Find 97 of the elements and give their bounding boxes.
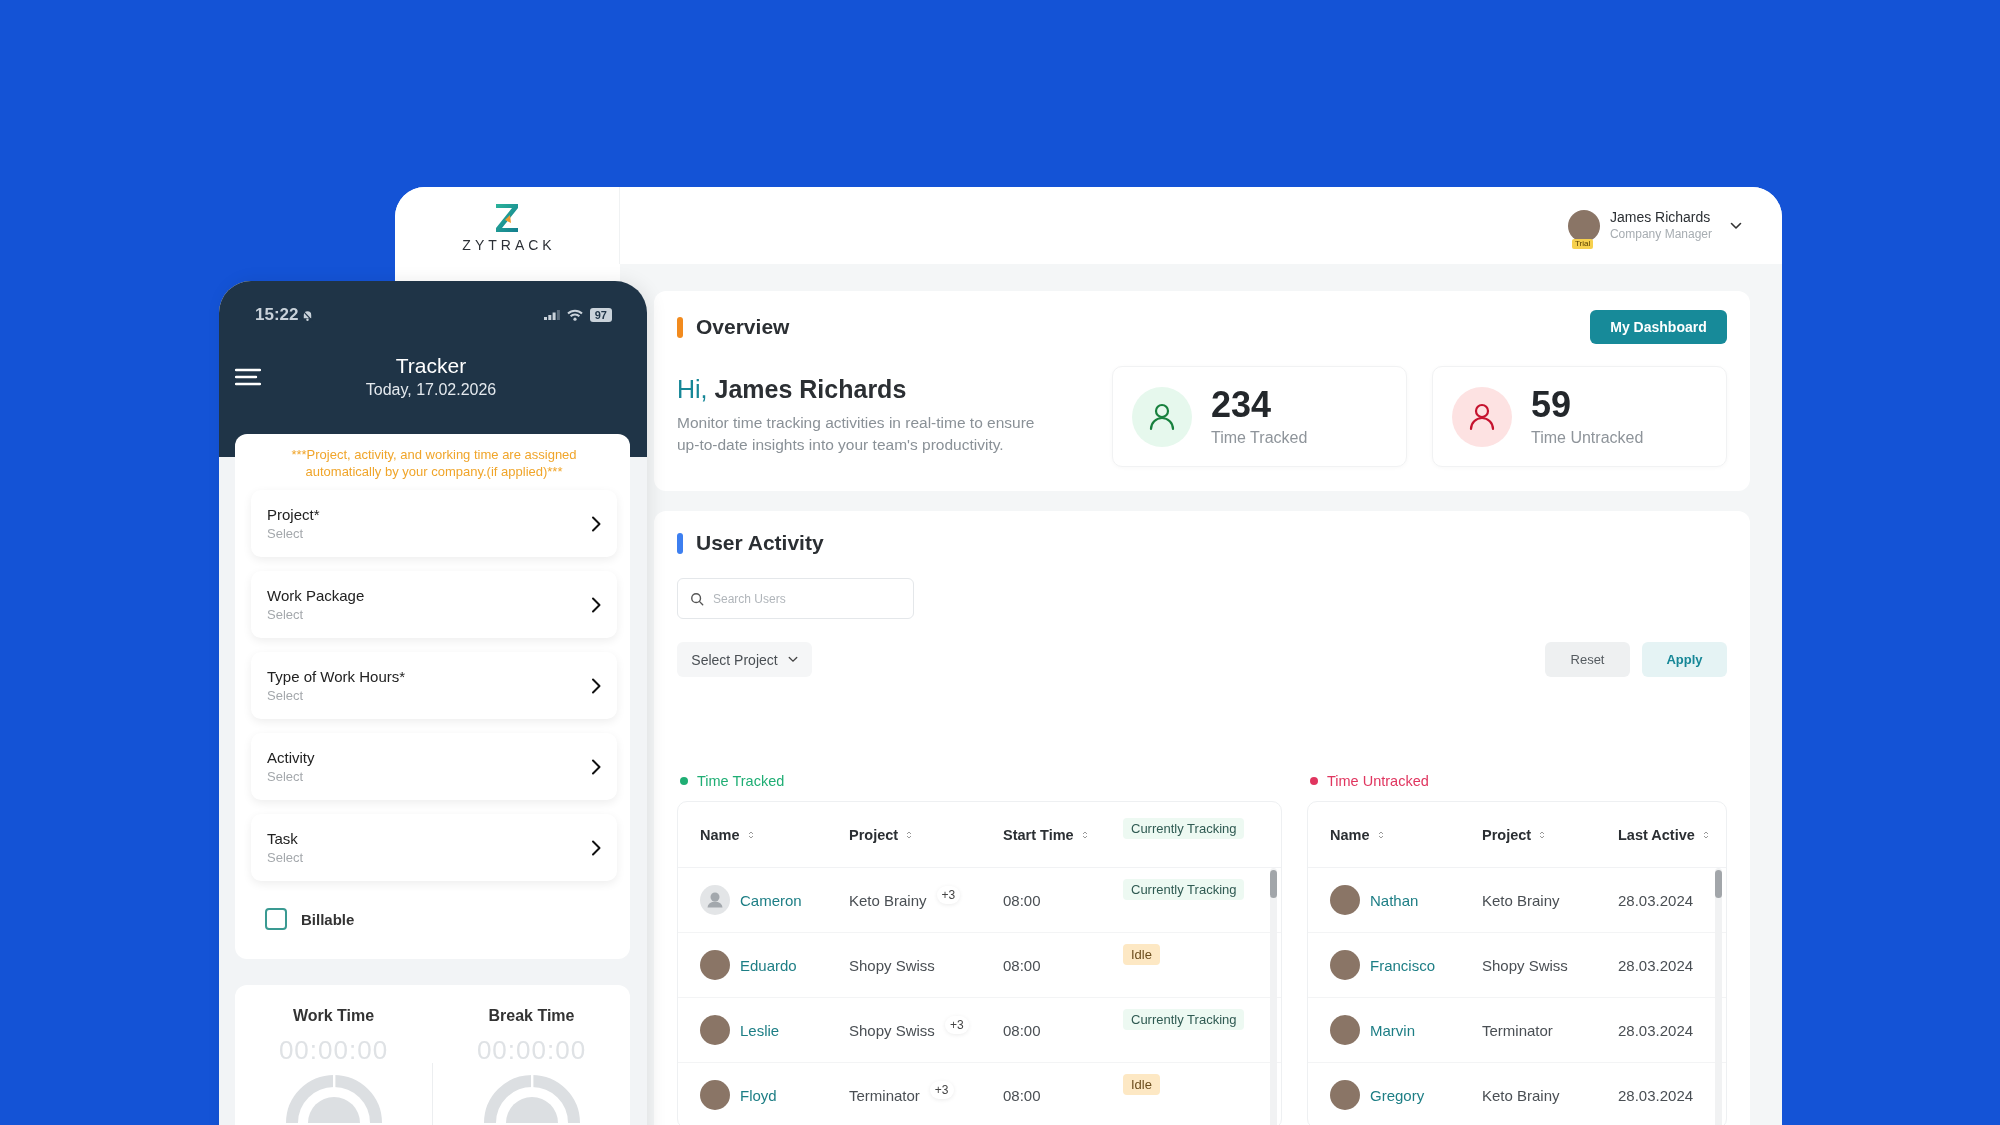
select-field[interactable]: Work Package Select <box>251 571 617 638</box>
time-cell: 28.03.2024 <box>1618 1021 1694 1039</box>
scrollbar-thumb[interactable] <box>1715 870 1722 898</box>
user-role: Company Manager <box>1609 225 1712 243</box>
chevron-right-icon <box>591 677 601 694</box>
user-name-link[interactable]: Eduardo <box>740 956 797 974</box>
screen-title: Tracker <box>395 353 467 379</box>
project-cell: Shopy Swiss <box>1482 956 1568 974</box>
scrollbar-thumb[interactable] <box>1270 870 1277 898</box>
column-header[interactable]: Last Active <box>1618 826 1695 843</box>
more-projects-badge[interactable]: +3 <box>929 1081 954 1099</box>
select-field[interactable]: Activity Select <box>251 733 617 800</box>
column-header[interactable]: Start Time <box>1003 826 1074 843</box>
status-time: 15:22 <box>255 305 299 325</box>
time-cell: 08:00 <box>1003 891 1041 909</box>
time-cell: 08:00 <box>1003 1086 1041 1104</box>
status-badge: Idle <box>1123 944 1160 965</box>
user-name-link[interactable]: Floyd <box>740 1086 777 1104</box>
project-cell: Shopy Swiss <box>849 1021 935 1039</box>
user-name-link[interactable]: Gregory <box>1370 1086 1425 1104</box>
time-cell: 28.03.2024 <box>1618 891 1694 909</box>
trial-badge: Trial <box>1571 238 1594 249</box>
time-cell: 28.03.2024 <box>1618 1086 1694 1104</box>
stat-value: 59 <box>1531 385 1573 425</box>
status-badge: Currently Tracking <box>1123 1009 1245 1030</box>
billable-label: Billable <box>301 910 355 928</box>
column-header[interactable]: Name <box>1330 826 1370 843</box>
logo-icon <box>494 202 520 233</box>
user-name-link[interactable]: Cameron <box>740 891 802 909</box>
stat-label: Time Tracked <box>1211 428 1308 448</box>
project-cell: Terminator <box>849 1086 920 1104</box>
chevron-right-icon <box>591 596 601 613</box>
wifi-icon <box>566 309 583 321</box>
chevron-right-icon <box>591 758 601 775</box>
status-badge: Idle <box>1123 1074 1160 1095</box>
dashboard-button[interactable]: My Dashboard <box>1590 310 1727 344</box>
timer-label: Break Time <box>488 1006 575 1026</box>
stat-label: Time Untracked <box>1531 428 1644 448</box>
filter-button[interactable]: Apply <box>1642 642 1727 677</box>
bell-slash-icon <box>301 308 315 322</box>
user-avatar[interactable] <box>1567 209 1600 242</box>
project-cell: Terminator <box>1482 1021 1553 1039</box>
timer-label: Work Time <box>292 1006 375 1026</box>
greeting-heading: Hi, James Richards <box>677 374 908 404</box>
more-projects-badge[interactable]: +3 <box>936 886 961 904</box>
status-badge: Currently Tracking <box>1123 818 1245 839</box>
logo-text: ZYTRACK <box>461 236 556 253</box>
notice-text: ***Project, activity, and working time are assigned automatically by your company.(if applied)*** <box>290 446 578 480</box>
select-field[interactable]: Project* Select <box>251 490 617 557</box>
project-cell: Keto Brainy <box>1482 1086 1560 1104</box>
column-header[interactable]: Name <box>700 826 740 843</box>
sort-icon[interactable] <box>747 829 754 840</box>
sort-icon[interactable] <box>1081 829 1088 840</box>
more-projects-badge[interactable]: +3 <box>944 1016 969 1034</box>
sort-icon[interactable] <box>1702 829 1709 840</box>
user-name-link[interactable]: Francisco <box>1370 956 1436 974</box>
column-header[interactable]: Project <box>849 826 899 843</box>
chevron-right-icon <box>591 839 601 856</box>
accent-bar-icon <box>677 532 683 554</box>
select-field[interactable]: Task Select <box>251 814 617 881</box>
user-name-link[interactable]: Marvin <box>1370 1021 1415 1039</box>
section-title: Overview <box>696 315 790 339</box>
user-name-link[interactable]: Nathan <box>1370 891 1419 909</box>
billable-checkbox[interactable] <box>265 908 287 930</box>
sort-icon[interactable] <box>1539 829 1546 840</box>
person-icon <box>1452 386 1512 447</box>
screen-date: Today, 17.02.2026 <box>365 380 497 400</box>
project-cell: Shopy Swiss <box>849 956 935 974</box>
battery-indicator: 97 <box>589 308 612 322</box>
signal-icon <box>543 310 560 320</box>
time-cell: 08:00 <box>1003 956 1041 974</box>
stat-value: 234 <box>1211 385 1273 425</box>
accent-bar-icon <box>677 316 683 338</box>
filter-button[interactable]: Reset <box>1545 642 1630 677</box>
project-cell: Keto Brainy <box>1482 891 1560 909</box>
status-badge: Currently Tracking <box>1123 879 1245 900</box>
project-cell: Keto Brainy <box>849 891 927 909</box>
section-title: User Activity <box>696 531 824 555</box>
menu-icon[interactable] <box>235 368 261 386</box>
legend-label: Time Untracked <box>1327 773 1429 789</box>
search-field[interactable]: Search Users <box>677 578 914 619</box>
search-icon <box>690 592 704 606</box>
legend-label: Time Tracked <box>697 773 785 789</box>
chevron-right-icon <box>591 515 601 532</box>
sort-icon[interactable] <box>906 829 913 840</box>
select-field[interactable]: Type of Work Hours* Select <box>251 652 617 719</box>
person-icon <box>1132 386 1192 447</box>
column-header[interactable]: Project <box>1482 826 1532 843</box>
overview-description: Monitor time tracking activities in real-time to ensure up-to-date insights into your team's productivity. <box>677 413 1036 455</box>
user-name: James Richards <box>1609 208 1712 226</box>
sort-icon[interactable] <box>1377 829 1384 840</box>
user-name-link[interactable]: Leslie <box>740 1021 780 1039</box>
chevron-down-icon[interactable] <box>1730 221 1742 230</box>
time-cell: 08:00 <box>1003 1021 1041 1039</box>
time-cell: 28.03.2024 <box>1618 956 1694 974</box>
project-dropdown[interactable]: Select Project <box>677 642 812 677</box>
caret-icon <box>787 656 798 663</box>
